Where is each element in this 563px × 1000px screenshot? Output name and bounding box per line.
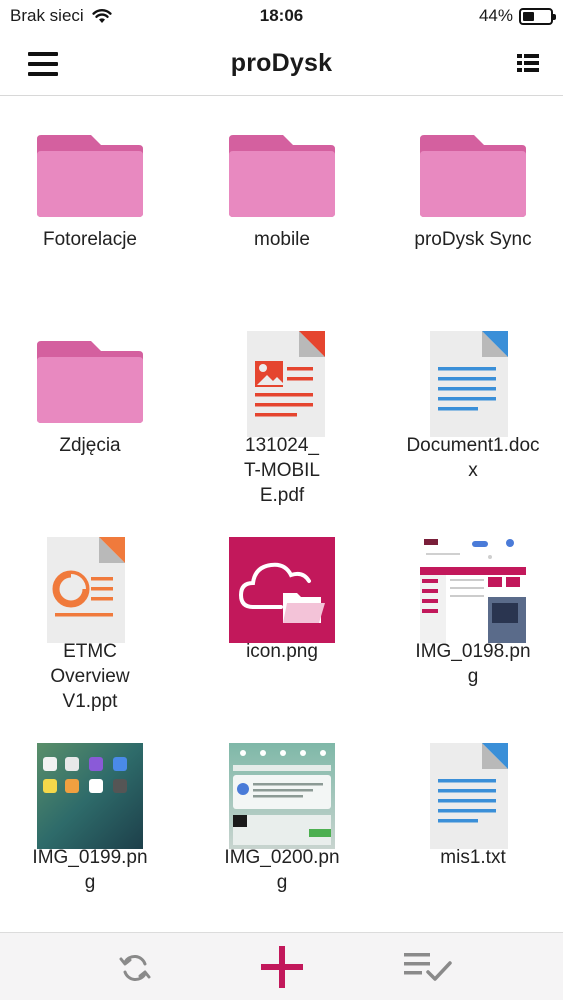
- image-file-item[interactable]: IMG_0198.png: [393, 509, 553, 709]
- file-name: Document1.docx: [406, 435, 540, 481]
- status-bar: Brak sieci 18:06 44%: [0, 0, 563, 34]
- folder-icon: [37, 135, 143, 217]
- doc-file-item[interactable]: Document1.docx: [393, 303, 553, 503]
- list-view-icon[interactable]: [517, 53, 539, 73]
- folder-icon: [420, 135, 526, 217]
- doc-document-icon: [430, 331, 508, 437]
- folder-item[interactable]: mobile: [202, 97, 362, 297]
- battery-percent: 44%: [478, 6, 513, 25]
- folder-icon: [37, 341, 143, 423]
- image-file-item[interactable]: IMG_0200.png: [202, 715, 362, 915]
- nav-bar: proDysk: [0, 34, 563, 96]
- pdf-document-icon: [247, 331, 325, 437]
- folder-icon: [229, 135, 335, 217]
- file-name: ETMC Overview V1.ppt: [50, 641, 130, 712]
- folder-item[interactable]: Fotorelacje: [10, 97, 170, 297]
- battery-icon: [519, 7, 556, 25]
- cloud-folder-thumbnail: [229, 537, 335, 643]
- file-name: mobile: [254, 229, 310, 250]
- file-name: Fotorelacje: [43, 229, 137, 250]
- file-grid: Fotorelacje mobile proDysk Sync Zdjęcia: [0, 97, 563, 932]
- bottom-toolbar: [0, 932, 563, 1000]
- select-list-icon[interactable]: [404, 950, 454, 984]
- image-file-item[interactable]: IMG_0199.png: [10, 715, 170, 915]
- file-name: IMG_0198.png: [415, 641, 531, 687]
- screenshot-thumbnail: [420, 537, 526, 643]
- ppt-document-icon: [47, 537, 125, 643]
- ppt-file-item[interactable]: ETMC Overview V1.ppt: [10, 509, 170, 712]
- battery-tip: [553, 13, 556, 20]
- file-name: IMG_0200.png: [224, 847, 340, 893]
- image-file-item[interactable]: icon.png: [202, 509, 362, 709]
- text-document-icon: [430, 743, 508, 849]
- homescreen-thumbnail: [37, 743, 143, 849]
- plus-icon[interactable]: [259, 944, 305, 990]
- battery-fill: [523, 11, 534, 21]
- file-name: mis1.txt: [440, 847, 506, 868]
- file-name: IMG_0199.png: [32, 847, 148, 893]
- file-name: proDysk Sync: [414, 229, 532, 250]
- folder-item[interactable]: proDysk Sync: [393, 97, 553, 297]
- folder-item[interactable]: Zdjęcia: [10, 303, 170, 503]
- notification-thumbnail: [229, 743, 335, 849]
- status-right: 44%: [478, 6, 556, 26]
- pdf-file-item[interactable]: 131024_T-MOBILE.pdf: [202, 303, 362, 506]
- refresh-icon[interactable]: [118, 951, 152, 985]
- file-name: icon.png: [246, 641, 318, 662]
- file-name: Zdjęcia: [59, 435, 121, 456]
- page-title: proDysk: [230, 49, 333, 77]
- text-file-item[interactable]: mis1.txt: [393, 715, 553, 915]
- file-name: 131024_T-MOBILE.pdf: [243, 435, 320, 506]
